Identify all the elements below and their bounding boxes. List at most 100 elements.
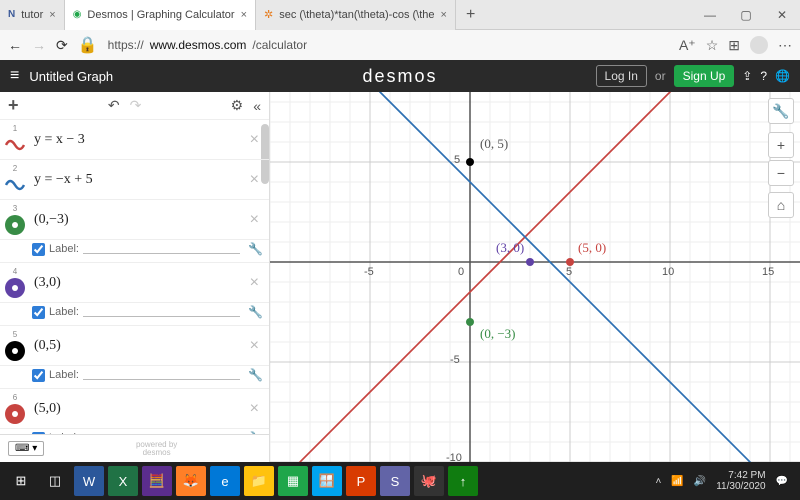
expression-text[interactable]: (0,5) xyxy=(28,338,246,354)
favicon-1: ◉ xyxy=(73,9,82,20)
taskbar-app[interactable]: ↑ xyxy=(448,466,478,496)
system-tray[interactable]: ˄ 📶 🔊 7:42 PM 11/30/2020 💬 xyxy=(655,470,794,492)
expression-text[interactable]: (5,0) xyxy=(28,401,246,417)
expression-list: 1 y = x − 3 × 2 y = −x + 5 × 3 (0,−3) × … xyxy=(0,120,269,434)
label-row: Label: 🔧 xyxy=(0,240,269,263)
point-0-5[interactable] xyxy=(466,158,474,166)
read-aloud-icon[interactable]: A⁺ xyxy=(679,37,696,54)
expression-panel: + ↶ ↷ ⚙ « 1 y = x − 3 × 2 y = −x + 5 × xyxy=(0,92,270,462)
expression-row[interactable]: 5 (0,5) × xyxy=(0,326,269,366)
favorite-icon[interactable]: ☆ xyxy=(706,37,719,54)
taskbar-app[interactable]: 🦊 xyxy=(176,466,206,496)
undo-button[interactable]: ↶ xyxy=(108,97,120,114)
point-5-0[interactable] xyxy=(566,258,574,266)
expression-row[interactable]: 2 y = −x + 5 × xyxy=(0,160,269,200)
graph-settings-icon[interactable]: 🔧 xyxy=(768,98,794,124)
taskbar-app[interactable]: X xyxy=(108,466,138,496)
expression-row[interactable]: 1 y = x − 3 × xyxy=(0,120,269,160)
taskbar-app[interactable]: 📁 xyxy=(244,466,274,496)
menu-icon[interactable]: ⋯ xyxy=(778,37,792,54)
delete-icon[interactable]: × xyxy=(246,400,263,418)
expression-row[interactable]: 4 (3,0) × xyxy=(0,263,269,303)
minimize-button[interactable]: — xyxy=(692,0,728,30)
color-icon[interactable] xyxy=(5,135,25,155)
forward-button[interactable]: → xyxy=(32,37,46,53)
notifications-icon[interactable]: 💬 xyxy=(776,476,788,487)
wrench-icon[interactable]: 🔧 xyxy=(248,242,263,256)
taskbar-app[interactable]: ▦ xyxy=(278,466,308,496)
expression-text[interactable]: y = −x + 5 xyxy=(28,172,246,188)
expression-text[interactable]: (0,−3) xyxy=(28,212,246,228)
delete-icon[interactable]: × xyxy=(246,274,263,292)
taskbar-app[interactable]: W xyxy=(74,466,104,496)
redo-button[interactable]: ↷ xyxy=(130,97,142,114)
taskbar-app[interactable]: 🪟 xyxy=(312,466,342,496)
color-icon[interactable] xyxy=(5,215,25,235)
point-3-0[interactable] xyxy=(526,258,534,266)
help-icon[interactable]: ? xyxy=(760,69,767,83)
home-button[interactable]: ⌂ xyxy=(768,192,794,218)
close-window-button[interactable]: ✕ xyxy=(764,0,800,30)
browser-tab-2[interactable]: ✲ sec (\theta)*tan(\theta)-cos (\the × xyxy=(256,0,456,30)
color-icon[interactable] xyxy=(5,278,25,298)
point-label: (3, 0) xyxy=(496,240,524,256)
taskbar-app[interactable]: 🧮 xyxy=(142,466,172,496)
zoom-out-button[interactable]: − xyxy=(768,160,794,186)
graph-area[interactable]: -5 0 5 10 15 5 -5 -10 (0, 5) (3, 0) (5, … xyxy=(270,92,800,462)
start-button[interactable]: ⊞ xyxy=(6,466,36,496)
label-input[interactable] xyxy=(83,370,240,380)
taskbar-app[interactable]: 🐙 xyxy=(414,466,444,496)
share-icon[interactable]: ⇪ xyxy=(742,69,752,83)
label-input[interactable] xyxy=(83,307,240,317)
back-button[interactable]: ← xyxy=(8,37,22,53)
keyboard-button[interactable]: ⌨ ▾ xyxy=(8,441,44,456)
delete-icon[interactable]: × xyxy=(246,131,263,149)
settings-icon[interactable]: ⚙ xyxy=(231,97,244,114)
point-0-n3[interactable] xyxy=(466,318,474,326)
expression-text[interactable]: (3,0) xyxy=(28,275,246,291)
collapse-panel-button[interactable]: « xyxy=(253,98,261,114)
browser-tab-0[interactable]: N tutor × xyxy=(0,0,65,30)
profile-icon[interactable] xyxy=(750,36,768,54)
wrench-icon[interactable]: 🔧 xyxy=(248,368,263,382)
taskbar-app[interactable]: S xyxy=(380,466,410,496)
zoom-in-button[interactable]: + xyxy=(768,132,794,158)
expression-text[interactable]: y = x − 3 xyxy=(28,132,246,148)
expression-row[interactable]: 3 (0,−3) × xyxy=(0,200,269,240)
hamburger-icon[interactable]: ≡ xyxy=(10,67,19,85)
new-tab-button[interactable]: + xyxy=(456,6,485,24)
close-icon[interactable]: × xyxy=(49,9,55,21)
graph-title[interactable]: Untitled Graph xyxy=(29,69,113,84)
delete-icon[interactable]: × xyxy=(246,171,263,189)
close-icon[interactable]: × xyxy=(241,9,247,21)
taskbar-app[interactable]: e xyxy=(210,466,240,496)
color-icon[interactable] xyxy=(5,175,25,195)
refresh-button[interactable]: ⟳ xyxy=(56,37,68,54)
signup-button[interactable]: Sign Up xyxy=(674,65,735,87)
label-input[interactable] xyxy=(83,244,240,254)
add-expression-button[interactable]: + xyxy=(8,95,19,116)
color-icon[interactable] xyxy=(5,404,25,424)
color-icon[interactable] xyxy=(5,341,25,361)
language-icon[interactable]: 🌐 xyxy=(775,69,790,83)
login-button[interactable]: Log In xyxy=(596,65,647,87)
tray-volume-icon[interactable]: 🔊 xyxy=(694,476,706,487)
browser-tab-1[interactable]: ◉ Desmos | Graphing Calculator × xyxy=(65,0,256,30)
label-checkbox[interactable] xyxy=(32,369,45,382)
label-checkbox[interactable] xyxy=(32,306,45,319)
favicon-0: N xyxy=(8,9,15,20)
task-view-icon[interactable]: ◫ xyxy=(40,466,70,496)
url-field[interactable]: https://www.desmos.com/calculator xyxy=(108,38,669,52)
delete-icon[interactable]: × xyxy=(246,337,263,355)
delete-icon[interactable]: × xyxy=(246,211,263,229)
close-icon[interactable]: × xyxy=(441,9,447,21)
maximize-button[interactable]: ▢ xyxy=(728,0,764,30)
y-tick: 5 xyxy=(454,154,460,166)
wrench-icon[interactable]: 🔧 xyxy=(248,305,263,319)
label-checkbox[interactable] xyxy=(32,243,45,256)
tray-wifi-icon[interactable]: 📶 xyxy=(671,476,683,487)
collections-icon[interactable]: ⊞ xyxy=(728,37,740,54)
expression-row[interactable]: 6 (5,0) × xyxy=(0,389,269,429)
tray-chevron-icon[interactable]: ˄ xyxy=(655,476,661,487)
taskbar-app[interactable]: P xyxy=(346,466,376,496)
